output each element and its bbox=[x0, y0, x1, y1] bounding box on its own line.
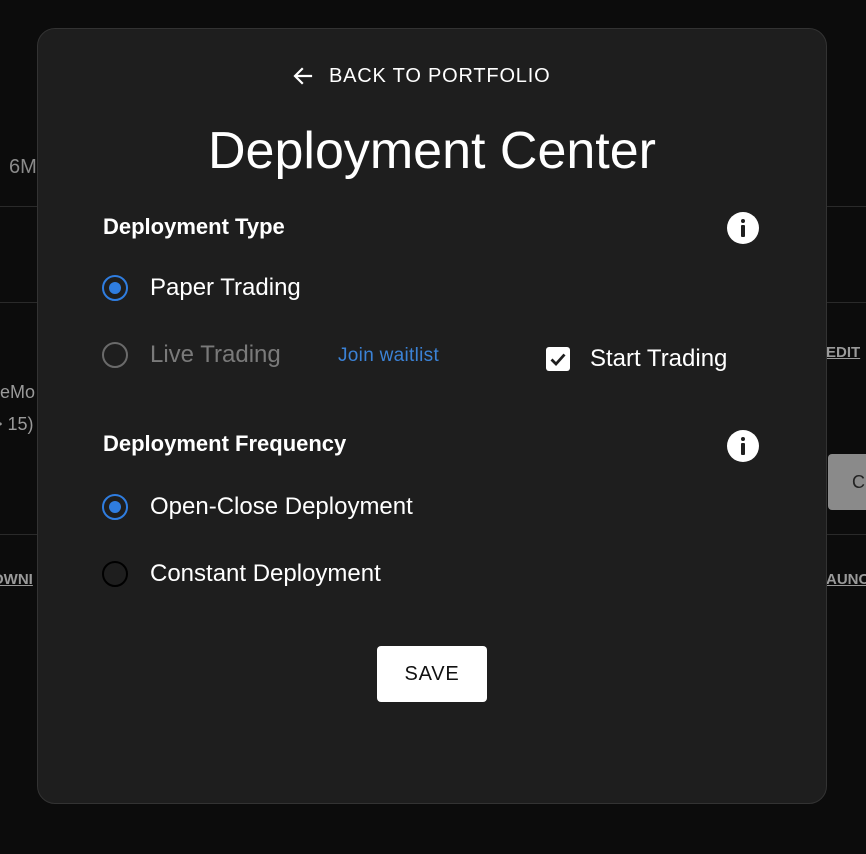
checkbox[interactable] bbox=[546, 347, 570, 371]
bg-fragment-15: > 15) bbox=[0, 414, 34, 434]
radio-live-trading: Live Trading bbox=[102, 341, 281, 369]
radio-button[interactable] bbox=[102, 561, 128, 587]
radio-button[interactable] bbox=[102, 275, 128, 301]
bg-fragment-emo: eMo bbox=[0, 382, 36, 402]
radio-open-close-deployment[interactable]: Open-Close Deployment bbox=[102, 493, 413, 521]
page: 6M eMo > 15) EDIT C OWNI AUNC BACK TO PO… bbox=[0, 0, 866, 854]
radio-constant-deployment[interactable]: Constant Deployment bbox=[102, 560, 381, 588]
radio-label: Paper Trading bbox=[150, 274, 301, 301]
back-to-portfolio-link[interactable]: BACK TO PORTFOLIO bbox=[291, 64, 550, 88]
deployment-center-modal: BACK TO PORTFOLIO Deployment Center Depl… bbox=[37, 28, 827, 804]
radio-label: Open-Close Deployment bbox=[150, 493, 413, 520]
bg-own-link[interactable]: OWNI bbox=[0, 571, 33, 588]
deployment-frequency-title: Deployment Frequency bbox=[103, 431, 347, 456]
deployment-type-info-icon[interactable] bbox=[727, 212, 759, 244]
checkbox-label: Start Trading bbox=[590, 345, 728, 372]
checkmark-icon bbox=[550, 353, 566, 367]
deployment-type-title: Deployment Type bbox=[103, 214, 285, 239]
back-label: BACK TO PORTFOLIO bbox=[329, 64, 551, 87]
radio-label: Live Trading bbox=[150, 341, 281, 368]
bg-fragment-6m: 6M bbox=[9, 156, 37, 178]
radio-button[interactable] bbox=[102, 494, 128, 520]
bg-c-button[interactable]: C bbox=[828, 454, 866, 510]
bg-edit-link[interactable]: EDIT bbox=[826, 344, 860, 361]
start-trading-checkbox[interactable]: Start Trading bbox=[546, 345, 727, 373]
save-button[interactable]: SAVE bbox=[377, 646, 487, 702]
radio-label: Constant Deployment bbox=[150, 560, 381, 587]
radio-button bbox=[102, 342, 128, 368]
arrow-left-icon bbox=[293, 67, 313, 85]
radio-paper-trading[interactable]: Paper Trading bbox=[102, 274, 301, 302]
bg-aunc-link[interactable]: AUNC bbox=[826, 571, 866, 588]
join-waitlist-link[interactable]: Join waitlist bbox=[338, 345, 439, 367]
page-title: Deployment Center bbox=[208, 122, 656, 180]
deployment-frequency-info-icon[interactable] bbox=[727, 430, 759, 462]
